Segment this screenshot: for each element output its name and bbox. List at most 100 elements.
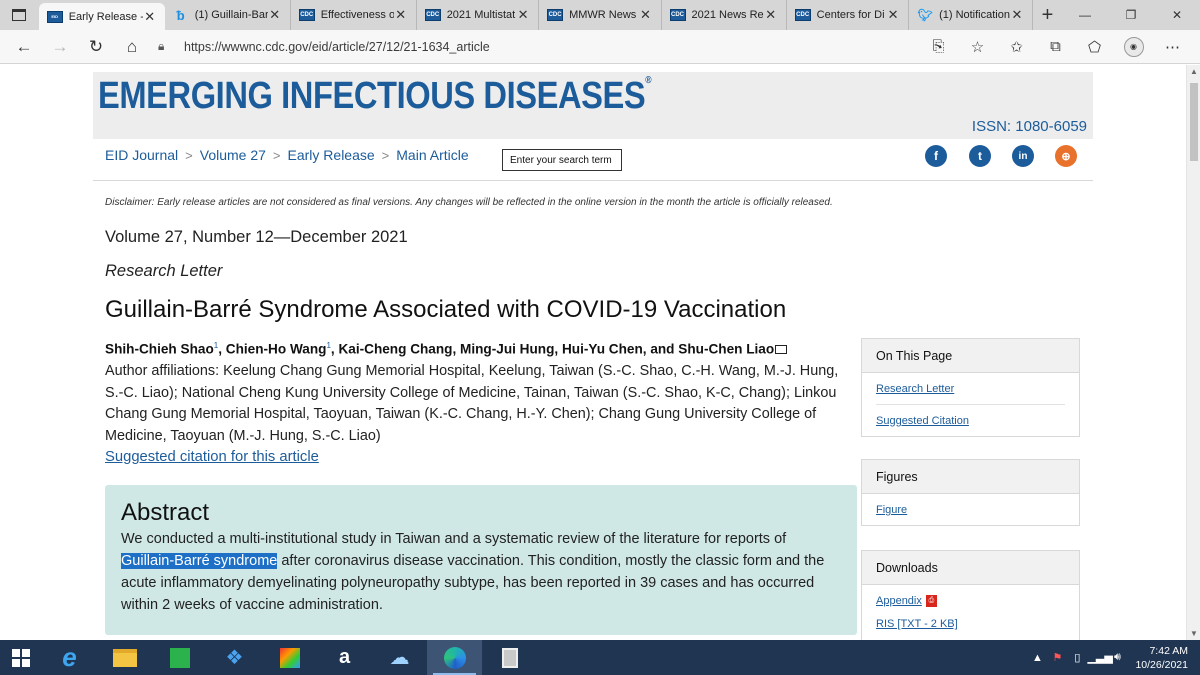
reading-view-icon[interactable]: ⎘ (919, 32, 958, 62)
tab-label: Early Release - (68, 10, 143, 23)
windows-icon (12, 648, 30, 667)
edge-icon[interactable] (427, 640, 482, 675)
search-input[interactable]: Enter your search term (502, 149, 622, 171)
tab-label: MMWR News (569, 9, 637, 21)
tab-effectiveness[interactable]: CDC Effectiveness o ✕ (291, 0, 417, 30)
network-warning-icon[interactable]: ⚑ (1047, 651, 1067, 664)
close-icon[interactable]: ✕ (1010, 7, 1024, 23)
tab-label: Centers for Di (816, 9, 885, 21)
emerging-infectious-diseases-icon: EID (46, 10, 63, 23)
cloud-icon[interactable]: ☁ (372, 640, 427, 675)
link-appendix[interactable]: Appendix ⎙ (876, 585, 1065, 616)
page-viewport: EMERGING INFECTIOUS DISEASES® ISSN: 1080… (0, 65, 1186, 640)
windows-taskbar: e ❖ a ☁ ▲ ⚑ ▯ ▁▃▅ 🔊︎ 7:42 AM 10/26/2021 (0, 640, 1200, 675)
restore-icon[interactable]: ❐ (1108, 0, 1154, 30)
scroll-down-icon[interactable]: ▼ (1187, 629, 1200, 638)
close-icon[interactable]: ✕ (764, 7, 778, 23)
twitter-icon[interactable]: t (969, 145, 991, 167)
tab-multistate[interactable]: CDC 2021 Multistat ✕ (417, 0, 540, 30)
favorites-icon[interactable]: ✩ (997, 32, 1036, 62)
start-button[interactable] (0, 640, 42, 675)
browser-toolbar: ← → ↻ ⌂ 🔒︎ https://wwwnc.cdc.gov/eid/art… (0, 30, 1200, 64)
url-text: https://wwwnc.cdc.gov/eid/article/27/12/… (184, 39, 490, 54)
facebook-icon[interactable]: f (925, 145, 947, 167)
author-name[interactable]: , Chien-Ho Wang (218, 342, 326, 357)
new-tab-button[interactable]: + (1033, 0, 1062, 30)
pdf-icon: ⎙ (925, 595, 937, 608)
tab-notifications[interactable]: 🐦︎ (1) Notification ✕ (909, 0, 1033, 30)
close-icon[interactable]: ✕ (516, 7, 530, 23)
breadcrumb-main-article[interactable]: Main Article (396, 147, 468, 163)
close-icon[interactable]: ✕ (143, 9, 157, 25)
clock-date: 10/26/2021 (1135, 658, 1188, 671)
journal-logo-title: EMERGING INFECTIOUS DISEASES® (98, 75, 652, 117)
device-icon[interactable]: ▯ (1067, 651, 1087, 664)
more-options-icon[interactable]: ⋯ (1153, 32, 1192, 62)
tab-actions-icon (12, 9, 27, 21)
close-icon[interactable]: ✕ (268, 7, 282, 23)
abstract-text: We conducted a multi-institutional study… (121, 531, 825, 613)
system-clock[interactable]: 7:42 AM 10/26/2021 (1127, 644, 1200, 672)
disclaimer: Disclaimer: Early release articles are n… (105, 197, 833, 208)
downloads-panel: Downloads Appendix ⎙ RIS [TXT - 2 KB] (861, 550, 1080, 640)
avatar: ◉ (1123, 36, 1144, 57)
link-research-letter[interactable]: Research Letter (876, 373, 1065, 405)
abstract-box: Abstract We conducted a multi-institutio… (105, 485, 857, 635)
author-name[interactable]: Shih-Chieh Shao (105, 342, 214, 357)
scroll-up-icon[interactable]: ▲ (1187, 67, 1200, 76)
refresh-icon[interactable]: ↻ (78, 32, 114, 62)
syndicate-icon[interactable]: ⊕ (1055, 145, 1077, 167)
panel-heading: Figures (862, 460, 1079, 494)
divider (93, 180, 1093, 181)
forward-icon[interactable]: → (42, 32, 78, 62)
tab-actions-button[interactable] (0, 0, 39, 30)
collections-icon[interactable]: ⧉ (1036, 32, 1075, 62)
system-tray: ▲ ⚑ ▯ ▁▃▅ 🔊︎ 7:42 AM 10/26/2021 (1027, 644, 1200, 672)
extension-icon[interactable]: ⬠ (1075, 32, 1114, 62)
suggested-citation-link[interactable]: Suggested citation for this article (105, 449, 319, 465)
calculator-icon[interactable] (482, 640, 537, 675)
tab-centers-for-disease[interactable]: CDC Centers for Di ✕ (787, 0, 910, 30)
volume-icon[interactable]: 🔊︎ (1107, 651, 1127, 664)
close-icon[interactable]: ✕ (886, 7, 900, 23)
file-explorer-icon[interactable] (97, 640, 152, 675)
signal-icon[interactable]: ▁▃▅ (1087, 651, 1112, 664)
breadcrumb-separator: > (185, 147, 193, 163)
journal-masthead[interactable]: EMERGING INFECTIOUS DISEASES® ISSN: 1080… (93, 72, 1093, 139)
internet-explorer-icon[interactable]: e (42, 640, 97, 675)
link-figure[interactable]: Figure (876, 494, 1065, 525)
cdc-icon: CDC (794, 9, 811, 21)
profile-avatar[interactable]: ◉ (1114, 32, 1153, 62)
tab-mmwr-news[interactable]: CDC MMWR News ✕ (539, 0, 662, 30)
paint-icon[interactable] (262, 640, 317, 675)
store-icon[interactable] (152, 640, 207, 675)
scrollbar-thumb[interactable] (1190, 83, 1198, 161)
breadcrumb-volume[interactable]: Volume 27 (200, 147, 266, 163)
show-hidden-icons-icon[interactable]: ▲ (1027, 652, 1047, 664)
tab-early-release[interactable]: EID Early Release - ✕ (38, 3, 165, 30)
link-ris-download[interactable]: RIS [TXT - 2 KB] (876, 616, 1065, 639)
tab-news-releases[interactable]: CDC 2021 News Re ✕ (662, 0, 787, 30)
dropbox-icon[interactable]: ❖ (207, 640, 262, 675)
close-icon[interactable]: ✕ (639, 7, 653, 23)
tab-label: 2021 Multistat (446, 9, 516, 21)
breadcrumb-early-release[interactable]: Early Release (288, 147, 375, 163)
bing-icon: ᵬ (176, 7, 185, 23)
close-window-icon[interactable]: ✕ (1154, 0, 1200, 30)
add-favorite-icon[interactable]: ☆ (958, 32, 997, 62)
email-icon[interactable] (775, 344, 788, 354)
amazon-icon[interactable]: a (317, 640, 372, 675)
vertical-scrollbar[interactable]: ▲ ▼ (1186, 65, 1200, 640)
address-bar[interactable]: 🔒︎ https://wwwnc.cdc.gov/eid/article/27/… (158, 33, 883, 61)
linkedin-icon[interactable]: in (1012, 145, 1034, 167)
home-icon[interactable]: ⌂ (114, 32, 150, 62)
breadcrumb-eid-journal[interactable]: EID Journal (105, 147, 178, 163)
back-icon[interactable]: ← (6, 32, 42, 62)
link-suggested-citation[interactable]: Suggested Citation (876, 405, 1065, 436)
cdc-icon: CDC (424, 9, 441, 21)
minimize-icon[interactable]: — (1062, 0, 1108, 30)
close-icon[interactable]: ✕ (394, 7, 408, 23)
window-controls: — ❐ ✕ (1062, 0, 1200, 30)
tab-guillain-barre[interactable]: ᵬ (1) Guillain-Bar ✕ (165, 0, 291, 30)
selected-text[interactable]: Guillain-Barré syndrome (121, 553, 278, 569)
